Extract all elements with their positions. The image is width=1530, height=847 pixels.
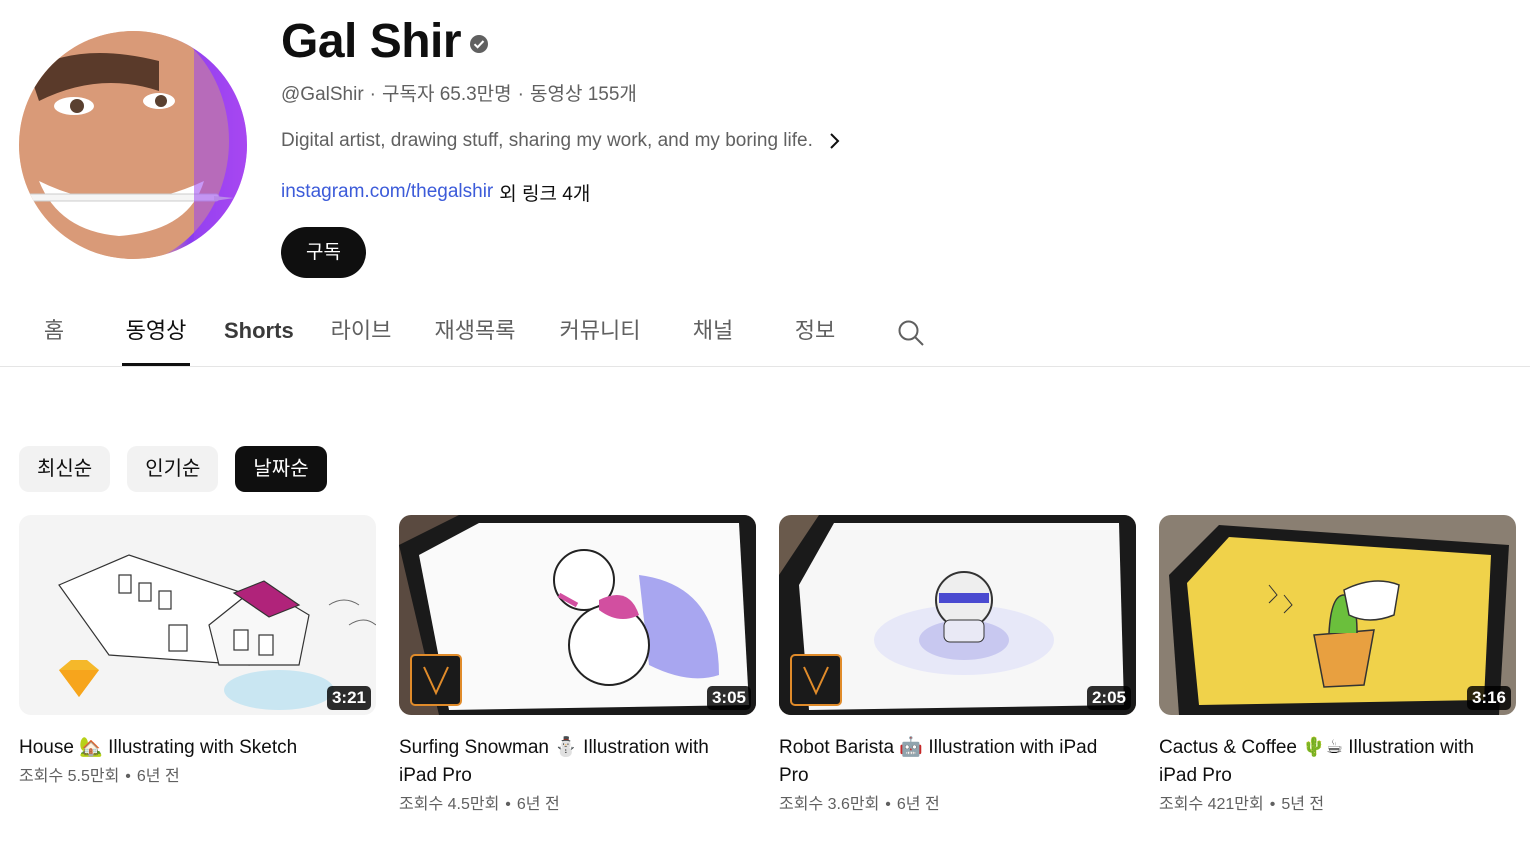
subscriber-count: 구독자 65.3만명 <box>381 84 512 105</box>
tab-live[interactable]: 라이브 <box>327 298 395 366</box>
tab-videos[interactable]: 동영상 <box>122 298 190 366</box>
video-duration: 2:05 <box>1086 686 1131 710</box>
more-links[interactable]: 외 링크 4개 <box>499 179 590 206</box>
video-title[interactable]: Robot Barista 🤖 Illustration with iPad P… <box>779 734 1109 790</box>
chevron-right-icon[interactable] <box>827 132 843 150</box>
video-title[interactable]: Cactus & Coffee 🌵☕ Illustration with iPa… <box>1159 734 1489 790</box>
tab-about[interactable]: 정보 <box>792 298 838 366</box>
sort-chips: 최신순 인기순 날짜순 <box>19 446 327 492</box>
video-card[interactable]: 3:16 Cactus & Coffee 🌵☕ Illustration wit… <box>1159 515 1516 816</box>
chip-oldest[interactable]: 날짜순 <box>235 446 327 492</box>
video-duration: 3:16 <box>1466 686 1511 710</box>
upload-age: 6년 전 <box>136 768 180 785</box>
vectornator-icon <box>410 654 462 706</box>
meta-separator: · <box>369 84 376 105</box>
thumbnail-snowman-illustration <box>399 515 756 715</box>
meta-separator: • <box>885 796 891 813</box>
video-card[interactable]: 3:21 House 🏡 Illustrating with Sketch 조회… <box>19 515 376 788</box>
meta-separator: • <box>125 768 131 785</box>
search-icon[interactable] <box>896 318 926 348</box>
video-thumbnail[interactable]: 3:16 <box>1159 515 1516 715</box>
channel-links: instagram.com/thegalshir 외 링크 4개 <box>281 179 1181 205</box>
thumbnail-house-illustration <box>19 515 376 715</box>
tab-channels[interactable]: 채널 <box>690 298 736 366</box>
video-meta: 조회수 3.6만회 • 6년 전 <box>779 794 1136 816</box>
channel-info: Gal Shir @GalShir · 구독자 65.3만명 · 동영상 155개 Di… <box>281 14 1181 278</box>
video-meta: 조회수 4.5만회 • 6년 전 <box>399 794 756 816</box>
meta-separator: • <box>1269 796 1276 813</box>
view-count: 조회수 421만회 <box>1159 796 1264 813</box>
upload-age: 6년 전 <box>516 796 560 813</box>
video-card[interactable]: 2:05 Robot Barista 🤖 Illustration with i… <box>779 515 1136 816</box>
meta-separator: · <box>517 84 524 105</box>
channel-meta: @GalShir · 구독자 65.3만명 · 동영상 155개 <box>281 82 1181 108</box>
tab-playlists[interactable]: 재생목록 <box>429 298 521 366</box>
vectornator-icon <box>790 654 842 706</box>
upload-age: 6년 전 <box>896 796 940 813</box>
video-meta: 조회수 421만회 • 5년 전 <box>1159 794 1516 816</box>
view-count: 조회수 5.5만회 <box>19 768 120 785</box>
view-count: 조회수 3.6만회 <box>779 796 880 813</box>
upload-age: 5년 전 <box>1281 796 1325 813</box>
chip-latest[interactable]: 최신순 <box>19 446 111 492</box>
channel-description-row[interactable]: Digital artist, drawing stuff, sharing m… <box>281 128 1181 154</box>
video-duration: 3:05 <box>706 686 751 710</box>
channel-avatar[interactable] <box>19 31 247 259</box>
video-duration: 3:21 <box>326 686 371 710</box>
channel-description: Digital artist, drawing stuff, sharing m… <box>281 130 813 151</box>
view-count: 조회수 4.5만회 <box>399 796 500 813</box>
thumbnail-robot-illustration <box>779 515 1136 715</box>
chip-popular[interactable]: 인기순 <box>127 446 219 492</box>
video-card[interactable]: 3:05 Surfing Snowman ⛄ Illustration with… <box>399 515 756 816</box>
video-meta: 조회수 5.5만회 • 6년 전 <box>19 766 376 788</box>
tab-shorts[interactable]: Shorts <box>224 298 294 366</box>
verified-badge-icon <box>470 35 489 53</box>
channel-name-row: Gal Shir <box>281 14 1181 70</box>
video-thumbnail[interactable]: 3:05 <box>399 515 756 715</box>
instagram-link[interactable]: instagram.com/thegalshir <box>281 181 493 203</box>
video-count: 동영상 155개 <box>529 84 637 105</box>
video-thumbnail[interactable]: 3:21 <box>19 515 376 715</box>
meta-separator: • <box>505 796 511 813</box>
subscribe-button[interactable]: 구독 <box>281 227 366 278</box>
video-title[interactable]: House 🏡 Illustrating with Sketch <box>19 734 349 762</box>
channel-handle: @GalShir <box>281 84 364 105</box>
avatar-image <box>19 31 247 259</box>
thumbnail-cactus-coffee-illustration <box>1159 515 1516 715</box>
channel-tabs: 홈 동영상 Shorts 라이브 재생목록 커뮤니티 채널 정보 <box>0 298 1530 367</box>
tab-home[interactable]: 홈 <box>42 298 66 366</box>
channel-name: Gal Shir <box>281 15 462 68</box>
video-title[interactable]: Surfing Snowman ⛄ Illustration with iPad… <box>399 734 729 790</box>
video-thumbnail[interactable]: 2:05 <box>779 515 1136 715</box>
tab-community[interactable]: 커뮤니티 <box>554 298 646 366</box>
